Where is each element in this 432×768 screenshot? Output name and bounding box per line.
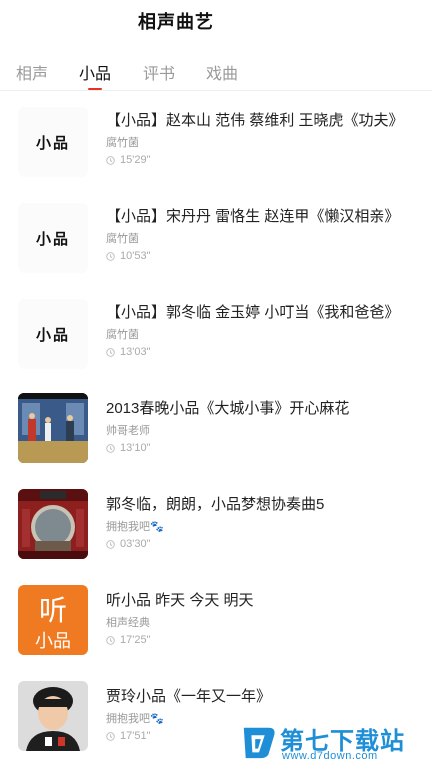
list-item[interactable]: 2013春晚小品《大城小事》开心麻花 帅哥老师 13'10" bbox=[0, 379, 432, 475]
duration-text: 10'53" bbox=[120, 250, 151, 262]
item-title: 郭冬临，朗朗，小品梦想协奏曲5 bbox=[106, 496, 325, 513]
tab-xiangsheng[interactable]: 相声 bbox=[16, 60, 48, 84]
thumbnail-label: 小品 bbox=[35, 229, 70, 248]
item-author: 拥抱我吧🐾 bbox=[106, 521, 164, 533]
page-title: 相声曲艺 bbox=[138, 12, 214, 32]
tab-xiaopin[interactable]: 小品 bbox=[79, 60, 111, 84]
duration-text: 17'51" bbox=[120, 730, 151, 742]
moon-gate-thumbnail bbox=[18, 489, 88, 559]
item-duration: 17'51" bbox=[106, 730, 150, 742]
item-title: 【小品】宋丹丹 雷恪生 赵连甲《懒汉相亲》 bbox=[106, 208, 400, 225]
clock-icon bbox=[106, 443, 115, 453]
thumbnail: 小品 bbox=[18, 299, 88, 369]
item-author: 腐竹菌 bbox=[106, 329, 139, 341]
list-item[interactable]: 小品 【小品】郭冬临 金玉婷 小叮当《我和爸爸》 腐竹菌 13'03" bbox=[0, 283, 432, 379]
thumbnail: 听 小品 bbox=[18, 585, 88, 655]
item-duration: 17'25" bbox=[106, 634, 150, 646]
item-duration: 13'10" bbox=[106, 442, 150, 454]
watermark-url: www.d7down.com bbox=[282, 750, 378, 762]
thumbnail-label: 小品 bbox=[35, 133, 70, 152]
tab-xiqu[interactable]: 戏曲 bbox=[206, 60, 238, 84]
thumbnail bbox=[18, 393, 88, 463]
thumbnail-label-bottom: 小品 bbox=[35, 631, 71, 651]
item-title: 【小品】郭冬临 金玉婷 小叮当《我和爸爸》 bbox=[106, 304, 400, 321]
list-item[interactable]: 小品 【小品】宋丹丹 雷恪生 赵连甲《懒汉相亲》 腐竹菌 10'53" bbox=[0, 187, 432, 283]
site-watermark: 第七下载站 www.d7down.com bbox=[236, 718, 432, 768]
item-author: 腐竹菌 bbox=[106, 137, 139, 149]
list-item[interactable]: 听 小品 听小品 昨天 今天 明天 相声经典 17'25" bbox=[0, 571, 432, 667]
duration-text: 13'03" bbox=[120, 346, 151, 358]
clock-icon bbox=[106, 155, 115, 165]
item-title: 听小品 昨天 今天 明天 bbox=[106, 592, 254, 609]
item-author: 帅哥老师 bbox=[106, 425, 150, 437]
item-duration: 10'53" bbox=[106, 250, 150, 262]
duration-text: 13'10" bbox=[120, 442, 151, 454]
thumbnail-label-top: 听 bbox=[38, 595, 67, 626]
list-item[interactable]: 郭冬临，朗朗，小品梦想协奏曲5 拥抱我吧🐾 03'30" bbox=[0, 475, 432, 571]
clock-icon bbox=[106, 635, 115, 645]
thumbnail-label: 小品 bbox=[35, 325, 70, 344]
duration-text: 03'30" bbox=[120, 538, 151, 550]
tab-pingshu[interactable]: 评书 bbox=[143, 60, 175, 84]
item-author: 相声经典 bbox=[106, 617, 150, 629]
clock-icon bbox=[106, 347, 115, 357]
item-title: 2013春晚小品《大城小事》开心麻花 bbox=[106, 400, 350, 417]
header: 相声曲艺 bbox=[0, 0, 432, 40]
item-author: 腐竹菌 bbox=[106, 233, 139, 245]
item-duration: 13'03" bbox=[106, 346, 150, 358]
clock-icon bbox=[106, 539, 115, 549]
item-duration: 15'29" bbox=[106, 154, 150, 166]
duration-text: 17'25" bbox=[120, 634, 151, 646]
thumbnail bbox=[18, 489, 88, 559]
item-duration: 03'30" bbox=[106, 538, 150, 550]
item-title: 贾玲小品《一年又一年》 bbox=[106, 688, 272, 705]
item-author: 拥抱我吧🐾 bbox=[106, 713, 164, 725]
clock-icon bbox=[106, 731, 115, 741]
duration-text: 15'29" bbox=[120, 154, 151, 166]
thumbnail: 小品 bbox=[18, 107, 88, 177]
category-tabs: 相声 小品 评书 戏曲 bbox=[0, 52, 432, 90]
thumbnail bbox=[18, 681, 88, 751]
stage-photo-thumbnail bbox=[18, 393, 88, 463]
thumbnail: 小品 bbox=[18, 203, 88, 273]
clock-icon bbox=[106, 251, 115, 261]
item-title: 【小品】赵本山 范伟 蔡维利 王晓虎《功夫》 bbox=[106, 112, 404, 129]
portrait-thumbnail bbox=[18, 681, 88, 751]
list-item[interactable]: 小品 【小品】赵本山 范伟 蔡维利 王晓虎《功夫》 腐竹菌 15'29" bbox=[0, 91, 432, 187]
d7-logo-icon bbox=[243, 727, 275, 759]
